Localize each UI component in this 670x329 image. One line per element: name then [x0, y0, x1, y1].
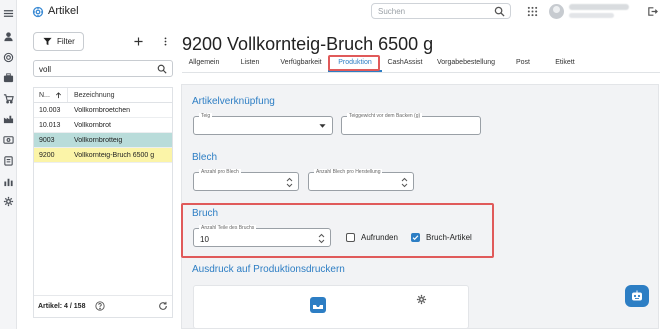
- tab-bar: Allgemein Listen Verfügbarkeit Produktio…: [182, 56, 660, 73]
- teiggewicht-label: Teiggewicht vor dem Backen (g): [347, 113, 423, 120]
- table-row[interactable]: 9003 Vollkornbrotteig: [34, 133, 172, 148]
- anzahl-pro-blech-label: Anzahl pro Blech: [199, 169, 241, 176]
- bruch-artikel-label[interactable]: Bruch-Artikel: [426, 233, 472, 242]
- tab-vorgabebestellung[interactable]: Vorgabebestellung: [428, 56, 504, 72]
- search-icon[interactable]: [157, 64, 167, 74]
- factory-icon[interactable]: [3, 113, 14, 124]
- table-row[interactable]: 10.013 Vollkornbrot: [34, 118, 172, 133]
- settings-icon[interactable]: [3, 196, 14, 207]
- filter-button[interactable]: Filter: [33, 32, 84, 51]
- section-title-ausdruck: Ausdruck auf Produktionsdruckern: [192, 264, 345, 275]
- gear-icon[interactable]: [416, 294, 427, 305]
- anzahl-blech-herstellung-label: Anzahl Blech pro Herstellung: [314, 169, 383, 176]
- table-footer: Artikel: 4 / 158: [34, 295, 172, 317]
- top-bar: Artikel: [17, 0, 670, 26]
- refresh-icon[interactable]: [158, 301, 168, 311]
- inbox-tray-icon[interactable]: [309, 296, 327, 314]
- sort-up-icon[interactable]: [55, 91, 62, 99]
- stepper-icon[interactable]: [318, 233, 325, 244]
- more-vertical-icon[interactable]: [161, 37, 170, 46]
- cash-icon[interactable]: [3, 134, 14, 145]
- page-title: 9200 Vollkornteig-Bruch 6500 g: [182, 34, 434, 54]
- anzahl-blech-herstellung-input[interactable]: Anzahl Blech pro Herstellung: [308, 169, 414, 191]
- printer-card: [193, 285, 469, 329]
- section-title-blech: Blech: [192, 152, 218, 163]
- tab-post[interactable]: Post: [504, 56, 542, 72]
- article-list-panel: Filter N... Bezeichnung 10.003 Vollkornb…: [33, 30, 173, 318]
- apps-grid-icon[interactable]: [527, 6, 538, 17]
- table-header: N... Bezeichnung: [34, 88, 172, 103]
- list-filter-field[interactable]: [33, 60, 173, 77]
- anzahl-pro-blech-input[interactable]: Anzahl pro Blech: [193, 169, 299, 191]
- anzahl-teile-bruch-label: Anzahl Teile des Bruchs: [199, 225, 257, 232]
- person-icon[interactable]: [3, 31, 14, 42]
- tab-cashassist[interactable]: CashAssist: [382, 56, 428, 72]
- add-icon[interactable]: [134, 37, 143, 46]
- left-rail: [0, 0, 17, 329]
- chart-icon[interactable]: [3, 176, 14, 187]
- app-title: Artikel: [48, 5, 79, 17]
- help-icon[interactable]: [95, 301, 105, 311]
- table-row-selected[interactable]: 9200 Vollkornteig-Bruch 6500 g: [34, 148, 172, 163]
- robot-icon: [632, 290, 642, 301]
- stepper-icon[interactable]: [286, 177, 293, 188]
- logout-icon[interactable]: [647, 6, 658, 17]
- dropdown-arrow-icon[interactable]: [319, 123, 326, 129]
- menu-icon[interactable]: [3, 8, 14, 19]
- stepper-icon[interactable]: [401, 177, 408, 188]
- teig-label: Teig: [199, 113, 213, 120]
- filter-button-label: Filter: [57, 37, 75, 46]
- teig-select[interactable]: Teig: [193, 113, 333, 135]
- anzahl-teile-bruch-value: 10: [200, 235, 209, 244]
- article-app-icon: [32, 6, 44, 18]
- checkmark-icon: [412, 235, 419, 241]
- tab-allgemein[interactable]: Allgemein: [182, 56, 226, 72]
- aufrunden-label[interactable]: Aufrunden: [361, 233, 398, 242]
- column-header-number[interactable]: N...: [34, 88, 68, 102]
- clipboard-icon[interactable]: [3, 155, 14, 166]
- filter-icon: [43, 37, 52, 46]
- bruch-artikel-checkbox[interactable]: [411, 233, 420, 242]
- column-header-name[interactable]: Bezeichnung: [68, 88, 172, 102]
- tab-listen[interactable]: Listen: [226, 56, 274, 72]
- aufrunden-checkbox[interactable]: [346, 233, 355, 242]
- user-name-blurred: [569, 4, 629, 10]
- cart-icon[interactable]: [3, 93, 14, 104]
- user-role-blurred: [569, 13, 614, 18]
- anzahl-teile-bruch-input[interactable]: Anzahl Teile des Bruchs 10: [193, 225, 331, 247]
- tab-produktion[interactable]: Produktion: [328, 56, 382, 72]
- chat-assistant-button[interactable]: [625, 285, 649, 307]
- tab-etikett[interactable]: Etikett: [542, 56, 588, 72]
- table-row[interactable]: 10.003 Vollkornbroetchen: [34, 103, 172, 118]
- teiggewicht-input[interactable]: Teiggewicht vor dem Backen (g): [341, 113, 481, 135]
- article-icon[interactable]: [3, 52, 14, 63]
- section-title-artikelverknuepfung: Artikelverknüpfung: [192, 96, 275, 107]
- user-avatar[interactable]: [549, 4, 564, 19]
- search-input[interactable]: [378, 6, 488, 17]
- global-search[interactable]: [371, 3, 511, 19]
- briefcase-icon[interactable]: [3, 72, 14, 83]
- section-title-bruch: Bruch: [192, 208, 219, 219]
- search-icon[interactable]: [494, 6, 505, 17]
- list-filter-input[interactable]: [39, 64, 149, 74]
- article-count: Artikel: 4 / 158: [38, 303, 86, 310]
- tab-verfuegbarkeit[interactable]: Verfügbarkeit: [274, 56, 328, 72]
- article-table: N... Bezeichnung 10.003 Vollkornbroetche…: [33, 87, 173, 318]
